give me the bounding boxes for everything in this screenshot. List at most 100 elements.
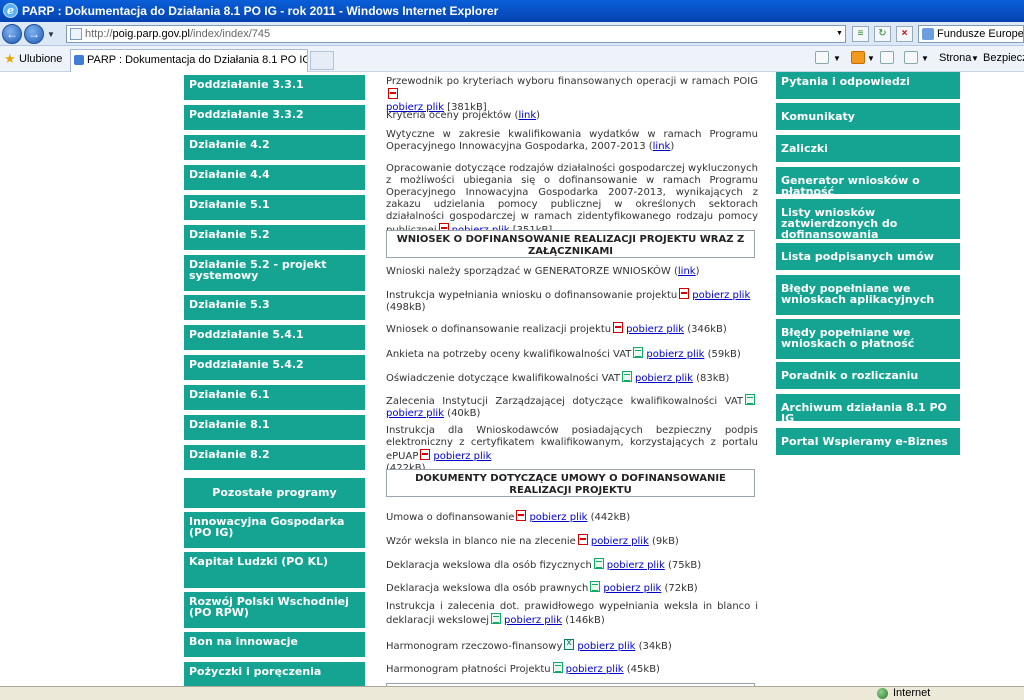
search-input[interactable]: Fundusze Europejskie — [918, 25, 1024, 43]
internet-zone-icon — [877, 688, 888, 699]
home-dropdown-icon[interactable]: ▼ — [833, 54, 841, 63]
address-dropdown-icon[interactable]: ▼ — [836, 30, 843, 37]
doc-title: Zalecenia Instytucji Zarządzającej dotyc… — [386, 396, 743, 407]
program-nav-item[interactable]: Innowacyjna Gospodarka (PO IG) — [184, 512, 365, 548]
left-nav-header: Pozostałe programy — [184, 478, 365, 508]
download-link[interactable]: pobierz plik — [566, 664, 624, 675]
right-nav-item[interactable]: Generator wniosków o płatność — [776, 167, 960, 197]
right-nav-item[interactable]: Błędy popełniane we wnioskach aplikacyjn… — [776, 275, 960, 315]
left-nav-item[interactable]: Poddziałanie 5.4.1 — [184, 325, 365, 350]
left-nav-item[interactable]: Poddziałanie 3.3.2 — [184, 105, 365, 130]
left-nav-item[interactable]: Działanie 4.2 — [184, 135, 365, 160]
pdf-icon — [679, 288, 690, 299]
download-link[interactable]: pobierz plik — [603, 583, 661, 594]
file-size: (442kB) — [590, 512, 631, 523]
doc-entry: Instrukcja wypełniania wniosku o dofinan… — [386, 288, 758, 314]
url-path: /index/index/745 — [190, 28, 271, 40]
rss-feed-icon[interactable] — [851, 51, 865, 64]
left-nav-item[interactable]: Poddziałanie 3.3.1 — [184, 75, 365, 100]
doc-entry: Deklaracja wekslowa dla osób fizycznych p… — [386, 558, 758, 572]
left-nav-item[interactable]: Działanie 5.2 — [184, 225, 365, 250]
right-nav-item[interactable]: Komunikaty — [776, 103, 960, 130]
left-nav-item[interactable]: Poddziałanie 5.4.2 — [184, 355, 365, 380]
right-nav-item[interactable]: Listy wniosków zatwierdzonych do dofinan… — [776, 199, 960, 240]
address-input[interactable]: http://poig.parp.gov.pl/index/index/745 — [66, 25, 846, 43]
download-link[interactable]: pobierz plik — [635, 373, 693, 384]
left-nav-item[interactable]: Działanie 5.1 — [184, 195, 365, 220]
program-nav-item[interactable]: Bon na innowacje — [184, 632, 365, 657]
tab-active[interactable]: PARP : Dokumentacja do Działania 8.1 PO … — [70, 49, 308, 72]
doc-title: Harmonogram płatności Projektu — [386, 664, 551, 675]
favorites-star-icon[interactable]: ★ — [4, 52, 16, 65]
right-nav-item[interactable]: Zaliczki — [776, 135, 960, 162]
left-nav-item[interactable]: Działanie 5.3 — [184, 295, 365, 320]
favorites-button[interactable]: Ulubione — [19, 53, 62, 65]
program-nav-item[interactable]: Rozwój Polski Wschodniej (PO RPW) — [184, 592, 365, 628]
section-heading: DOKUMENTY DOTYCZĄCE UMOWY O DOFINANSOWAN… — [386, 469, 755, 497]
download-link[interactable]: pobierz plik — [646, 349, 704, 360]
file-size: (75kB) — [667, 560, 702, 571]
download-link[interactable]: pobierz plik — [577, 641, 635, 652]
stop-icon[interactable]: × — [896, 26, 913, 42]
right-nav-item[interactable]: Archiwum działania 8.1 PO IG — [776, 394, 960, 424]
doc-entry: Deklaracja wekslowa dla osób prawnych pob… — [386, 581, 758, 595]
word-doc-icon — [491, 613, 502, 624]
left-nav-item[interactable]: Działanie 6.1 — [184, 385, 365, 410]
word-doc-icon — [552, 662, 563, 673]
right-nav-item[interactable]: Błędy popełniane we wnioskach o płatność — [776, 319, 960, 359]
status-bar: Internet — [0, 686, 1024, 700]
file-size: (34kB) — [638, 641, 672, 652]
doc-entry: Umowa o dofinansowanie pobierz plik (442k… — [386, 510, 758, 524]
download-link[interactable]: pobierz plik — [433, 451, 491, 462]
doc-entry: Opracowanie dotyczące rodzajów działalno… — [386, 163, 758, 237]
download-link[interactable]: pobierz plik — [529, 512, 587, 523]
right-nav-item[interactable]: Poradnik o rozliczaniu — [776, 362, 960, 389]
doc-entry: Wniosek o dofinansowanie realizacji proj… — [386, 322, 758, 336]
left-nav-item[interactable]: Działanie 8.1 — [184, 415, 365, 440]
word-doc-icon — [621, 371, 632, 382]
right-nav-item[interactable]: Portal Wspieramy e-Biznes — [776, 428, 960, 455]
section-heading: WNIOSEK O DOFINANSOWANIE REALIZACJI PROJ… — [386, 230, 755, 258]
external-link[interactable]: link — [678, 266, 696, 277]
doc-entry: Oświadczenie dotyczące kwalifikowalności… — [386, 371, 758, 385]
left-nav-item[interactable]: Działanie 8.2 — [184, 445, 365, 470]
page-menu[interactable]: Strona — [939, 52, 971, 64]
file-size: (45kB) — [626, 664, 660, 675]
doc-title-end: ) — [536, 110, 541, 121]
rss-dropdown-icon[interactable]: ▼ — [867, 54, 875, 63]
doc-entry: Kryteria oceny projektów (link) — [386, 110, 758, 122]
download-link[interactable]: pobierz plik — [591, 536, 649, 547]
print-dropdown-icon[interactable]: ▼ — [921, 54, 929, 63]
doc-title: Umowa o dofinansowanie — [386, 512, 515, 523]
program-nav-item[interactable]: Pożyczki i poręczenia — [184, 662, 365, 686]
safety-menu[interactable]: Bezpieczeń — [983, 52, 1024, 64]
download-link[interactable]: pobierz plik — [607, 560, 665, 571]
back-arrow-icon[interactable]: ← — [2, 24, 22, 44]
download-link[interactable]: pobierz plik — [504, 615, 562, 626]
left-nav-item[interactable]: Działanie 4.4 — [184, 165, 365, 190]
right-nav-item[interactable]: Pytania i odpowiedzi — [776, 72, 960, 99]
mail-icon[interactable] — [880, 51, 894, 64]
new-tab-button[interactable] — [310, 51, 334, 70]
print-icon[interactable] — [904, 51, 918, 64]
doc-title: Wytyczne w zakresie kwalifikowania wydat… — [386, 129, 758, 152]
doc-entry: Ankieta na potrzeby oceny kwalifikowalno… — [386, 347, 758, 361]
right-nav-item[interactable]: Lista podpisanych umów — [776, 243, 960, 270]
file-size: (40kB) — [447, 408, 481, 419]
home-icon[interactable] — [815, 51, 829, 64]
refresh-icon[interactable]: ↻ — [874, 26, 891, 42]
download-link[interactable]: pobierz plik — [692, 290, 750, 301]
download-link[interactable]: pobierz plik — [386, 408, 444, 419]
external-link[interactable]: link — [518, 110, 536, 121]
history-dropdown-icon[interactable]: ▼ — [47, 30, 55, 39]
external-link[interactable]: link — [653, 141, 671, 152]
program-nav-item[interactable]: Kapitał Ludzki (PO KL) — [184, 552, 365, 588]
compatibility-icon[interactable]: ≡ — [852, 26, 869, 42]
doc-title: Wzór weksla in blanco nie na zlecenie — [386, 536, 576, 547]
download-link[interactable]: pobierz plik — [626, 324, 684, 335]
window-title: PARP : Dokumentacja do Działania 8.1 PO … — [22, 4, 499, 18]
page-menu-dropdown-icon[interactable]: ▼ — [971, 54, 979, 63]
forward-arrow-icon[interactable]: → — [24, 24, 44, 44]
doc-title: Oświadczenie dotyczące kwalifikowalności… — [386, 373, 620, 384]
left-nav-item[interactable]: Działanie 5.2 - projekt systemowy — [184, 255, 365, 291]
